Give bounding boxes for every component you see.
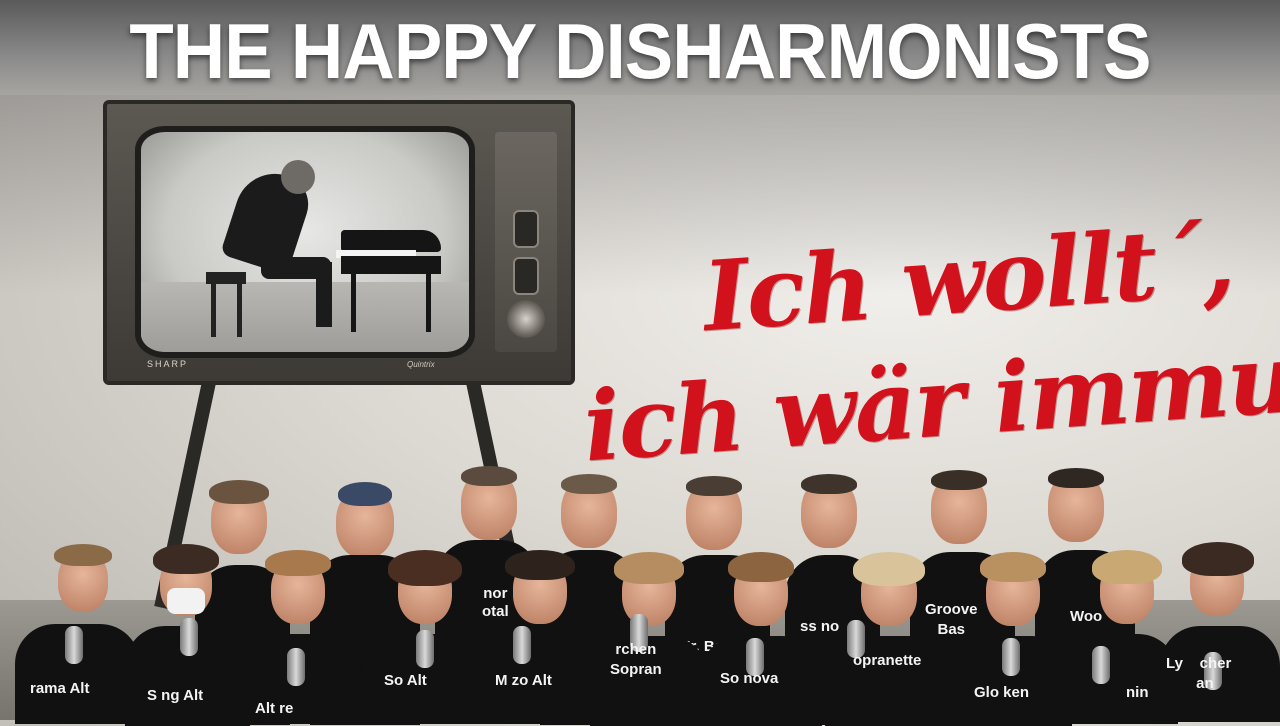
stool-leg bbox=[211, 282, 216, 337]
piano-leg bbox=[351, 272, 356, 332]
video-title: THE HAPPY DISHARMONISTS bbox=[129, 7, 1151, 95]
singer: Alt re bbox=[235, 550, 365, 724]
singer-shirt bbox=[825, 636, 953, 726]
choir-group: orthf nor otal Mr. Ba ss no Groove Bas W… bbox=[0, 460, 1280, 726]
singer-shirt-label: nin bbox=[1126, 684, 1149, 701]
singer-hair bbox=[1092, 550, 1162, 584]
handheld-mic bbox=[65, 626, 83, 664]
singer-hair bbox=[931, 470, 987, 490]
song-title-line-2: ich wär immun! bbox=[580, 313, 1280, 484]
singer-shirt-label: So nova bbox=[720, 670, 779, 687]
piano-leg bbox=[426, 272, 431, 332]
singer-hair bbox=[853, 552, 925, 586]
studio-mic bbox=[1092, 646, 1110, 684]
pianist-head bbox=[281, 160, 315, 194]
singer: Glo ken bbox=[950, 552, 1075, 726]
singer-hair bbox=[1048, 468, 1104, 488]
channel-knob bbox=[513, 210, 539, 248]
toy-piano bbox=[341, 230, 441, 252]
singer-hair bbox=[265, 550, 331, 576]
singer-beanie bbox=[338, 482, 392, 506]
singer-hair bbox=[1182, 542, 1254, 576]
tuning-dial bbox=[507, 300, 545, 338]
singer-hair bbox=[980, 552, 1046, 582]
singer-hair bbox=[153, 544, 219, 574]
studio-mic bbox=[416, 630, 434, 668]
singer: Ly cher an bbox=[1160, 542, 1280, 722]
screen-floor bbox=[141, 282, 469, 352]
face-mask bbox=[167, 588, 205, 614]
singer-hair bbox=[461, 466, 517, 486]
vintage-tv: SHARP Quintrix bbox=[103, 100, 575, 385]
studio-mic bbox=[1002, 638, 1020, 676]
singer-hair bbox=[801, 474, 857, 494]
studio-mic bbox=[287, 648, 305, 686]
singer-shirt-label: S ng Alt bbox=[147, 687, 204, 704]
singer: M zo Alt bbox=[475, 550, 605, 724]
singer-shirt-label: Glo ken bbox=[974, 684, 1030, 701]
singer: opranette bbox=[825, 552, 955, 726]
tv-brand: SHARP bbox=[147, 359, 189, 369]
singer-hair bbox=[388, 550, 462, 586]
singer-hair bbox=[209, 480, 269, 504]
singer: So Alt bbox=[360, 550, 490, 724]
handheld-mic bbox=[180, 618, 198, 656]
tv-control-panel bbox=[495, 132, 557, 352]
singer-hair bbox=[561, 474, 617, 494]
handheld-mic bbox=[513, 626, 531, 664]
singer: So nova bbox=[700, 552, 825, 726]
tv-model: Quintrix bbox=[407, 360, 435, 369]
singer-hair bbox=[54, 544, 112, 566]
stool-leg bbox=[237, 282, 242, 337]
singer-shirt-label: Ly cher an bbox=[1166, 655, 1232, 692]
singer-hair bbox=[728, 552, 794, 582]
singer: rama Alt bbox=[10, 540, 140, 724]
singer: rchen Sopran bbox=[590, 552, 710, 726]
singer-shirt-label: So Alt bbox=[384, 672, 427, 689]
pianist-shin bbox=[316, 262, 332, 327]
singer-shirt-label: opranette bbox=[853, 652, 922, 669]
tv-screen bbox=[135, 126, 475, 358]
singer-shirt-label: rchen Sopran bbox=[610, 641, 662, 678]
volume-knob bbox=[513, 257, 539, 295]
singer-hair bbox=[505, 550, 575, 580]
singer-hair bbox=[614, 552, 684, 584]
singer-hair bbox=[686, 476, 742, 496]
singer-shirt-label: rama Alt bbox=[30, 680, 90, 697]
singer-shirt-label: Alt re bbox=[255, 700, 294, 717]
singer-shirt-label: M zo Alt bbox=[495, 672, 552, 689]
